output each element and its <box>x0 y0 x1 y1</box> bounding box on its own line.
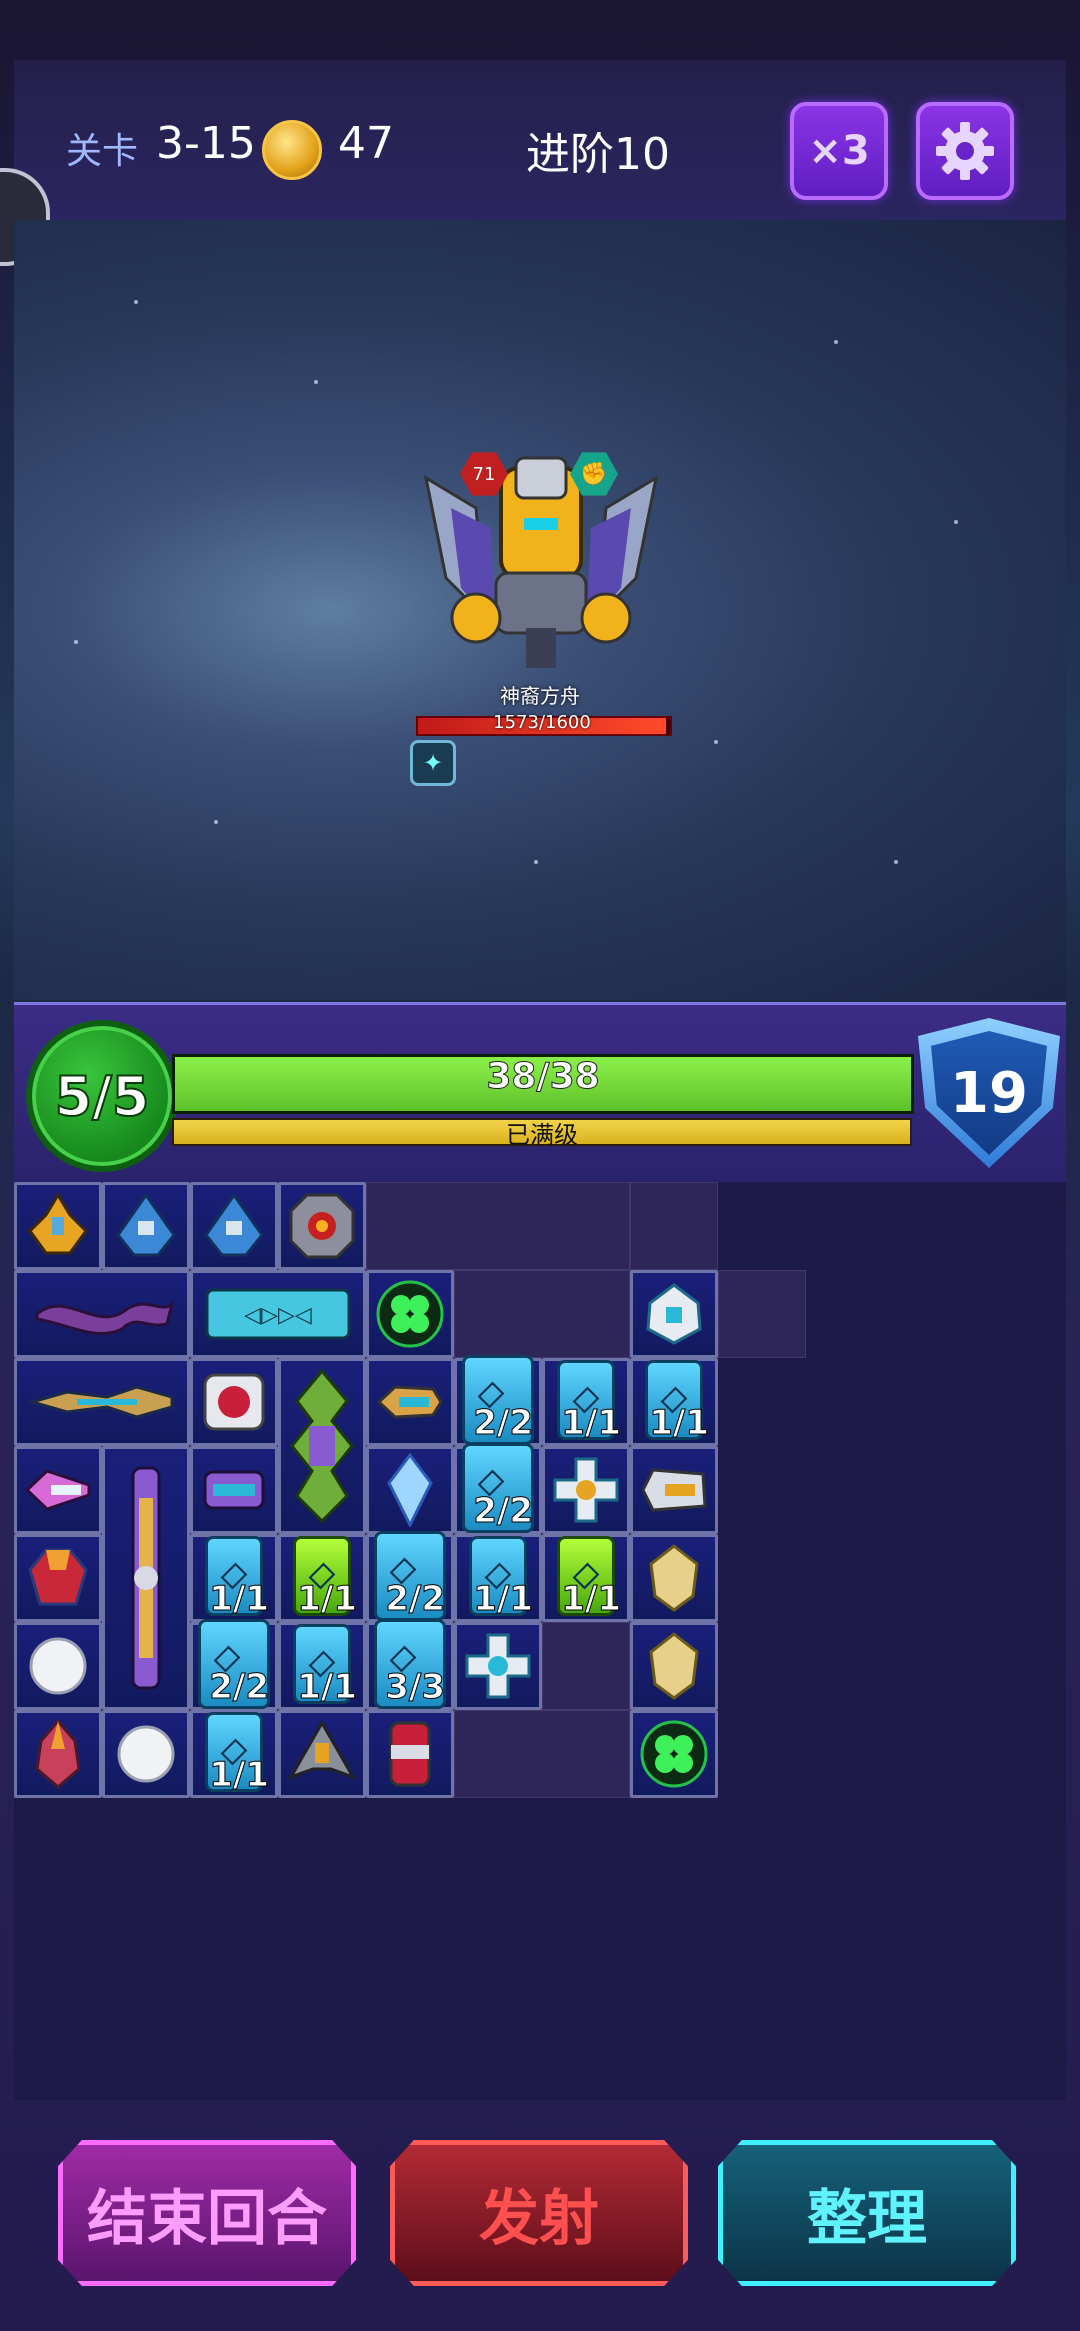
inventory-slot-ruby-cluster[interactable] <box>14 1710 102 1798</box>
inventory-slot-white-orb[interactable] <box>14 1622 102 1710</box>
inventory-slot-ship-blue[interactable] <box>102 1182 190 1270</box>
inventory-grid: ◁▷▷◁ 2/2 1/1 1/1 2/2 1/1 1/1 2/2 1/1 1/1… <box>14 1182 1066 2100</box>
inventory-slot-card[interactable]: 2/2 <box>366 1531 454 1622</box>
speed-button[interactable]: ×3 <box>790 102 888 200</box>
inventory-slot-clover-module[interactable] <box>366 1270 454 1358</box>
end-turn-label: 结束回合 <box>87 2183 327 2254</box>
inventory-slot-purple-rifle[interactable] <box>102 1446 190 1710</box>
inventory-slot-gold-crystal[interactable] <box>630 1534 718 1622</box>
inventory-slot-card-green[interactable]: 1/1 <box>542 1534 630 1622</box>
inventory-slot-cross-module[interactable] <box>542 1446 630 1534</box>
gear-icon <box>936 122 994 180</box>
fire-label: 发射 <box>479 2183 599 2254</box>
inventory-slot-red-gem[interactable] <box>14 1534 102 1622</box>
inventory-slot-ship-gold-small[interactable] <box>366 1358 454 1446</box>
inventory-slot-clover-module[interactable] <box>630 1710 718 1798</box>
stage-value: 3-15 <box>156 118 256 169</box>
inventory-slot-ship-silver[interactable] <box>630 1446 718 1534</box>
inventory-slot-white-orb[interactable] <box>102 1710 190 1798</box>
inventory-slot-card[interactable]: 1/1 <box>454 1534 542 1622</box>
game-screen: 关卡 3-15 47 进阶10 ×3 71 ✊ 神裔方舟 1573/1600 ✦… <box>0 0 1080 2331</box>
inventory-slot-ship-gold[interactable] <box>14 1182 102 1270</box>
inventory-slot-card[interactable]: 1/1 <box>278 1622 366 1710</box>
stage-label: 关卡 <box>66 131 139 172</box>
advance-level: 进阶10 <box>526 129 670 180</box>
inventory-slot-card[interactable]: 1/1 <box>190 1710 278 1798</box>
inventory-slot-cross-module[interactable] <box>454 1622 542 1710</box>
inventory-slot-card[interactable]: 2/2 <box>454 1355 542 1446</box>
sort-label: 整理 <box>807 2183 927 2254</box>
inventory-slot-red-core[interactable] <box>190 1358 278 1446</box>
boss-name: 神裔方舟 <box>500 684 580 708</box>
coin-count: 47 <box>338 118 394 169</box>
inventory-slot-card-green[interactable]: 1/1 <box>278 1534 366 1622</box>
inventory-slot-ship-pink[interactable] <box>14 1446 102 1534</box>
inventory-slot-card[interactable]: 2/2 <box>454 1443 542 1534</box>
inventory-slot-gold-crystal[interactable] <box>630 1622 718 1710</box>
svg-text:◁▷▷◁: ◁▷▷◁ <box>244 1303 312 1328</box>
fire-button[interactable]: 发射 <box>390 2140 688 2286</box>
inventory-slot-ship-white[interactable] <box>630 1270 718 1358</box>
coin-icon <box>262 120 322 180</box>
inventory-slot-card[interactable]: 2/2 <box>190 1619 278 1710</box>
inventory-slot-card[interactable]: 1/1 <box>630 1358 718 1446</box>
boss-hp-text: 1573/1600 <box>493 712 591 733</box>
sort-button[interactable]: 整理 <box>718 2140 1016 2286</box>
inventory-slot-card[interactable]: 3/3 <box>366 1619 454 1710</box>
settings-button[interactable] <box>916 102 1014 200</box>
inventory-slot-core-module[interactable] <box>278 1182 366 1270</box>
inventory-slot-ship-blue[interactable] <box>190 1182 278 1270</box>
inventory-slot-green-vine[interactable] <box>278 1358 366 1534</box>
inventory-slot-tentacle-weapon[interactable] <box>14 1270 190 1358</box>
boss-ship[interactable] <box>406 448 676 688</box>
player-hp-text: 38/38 <box>486 1056 600 1098</box>
exp-text: 已满级 <box>506 1121 578 1149</box>
inventory-slot-ship-dark[interactable] <box>278 1710 366 1798</box>
inventory-slot-arrow-panel[interactable]: ◁▷▷◁ <box>190 1270 366 1358</box>
inventory-slot-blue-crystal[interactable] <box>366 1446 454 1534</box>
inventory-slot-purple-module[interactable] <box>190 1446 278 1534</box>
star-buff-icon[interactable]: ✦ <box>410 740 456 786</box>
inventory-slot-card[interactable]: 1/1 <box>542 1358 630 1446</box>
end-turn-button[interactable]: 结束回合 <box>58 2140 356 2286</box>
inventory-slot-card[interactable]: 1/1 <box>190 1534 278 1622</box>
inventory-slot-red-barrel[interactable] <box>366 1710 454 1798</box>
inventory-slot-long-cannon[interactable] <box>14 1358 190 1446</box>
energy-counter: 5/5 <box>26 1020 178 1172</box>
